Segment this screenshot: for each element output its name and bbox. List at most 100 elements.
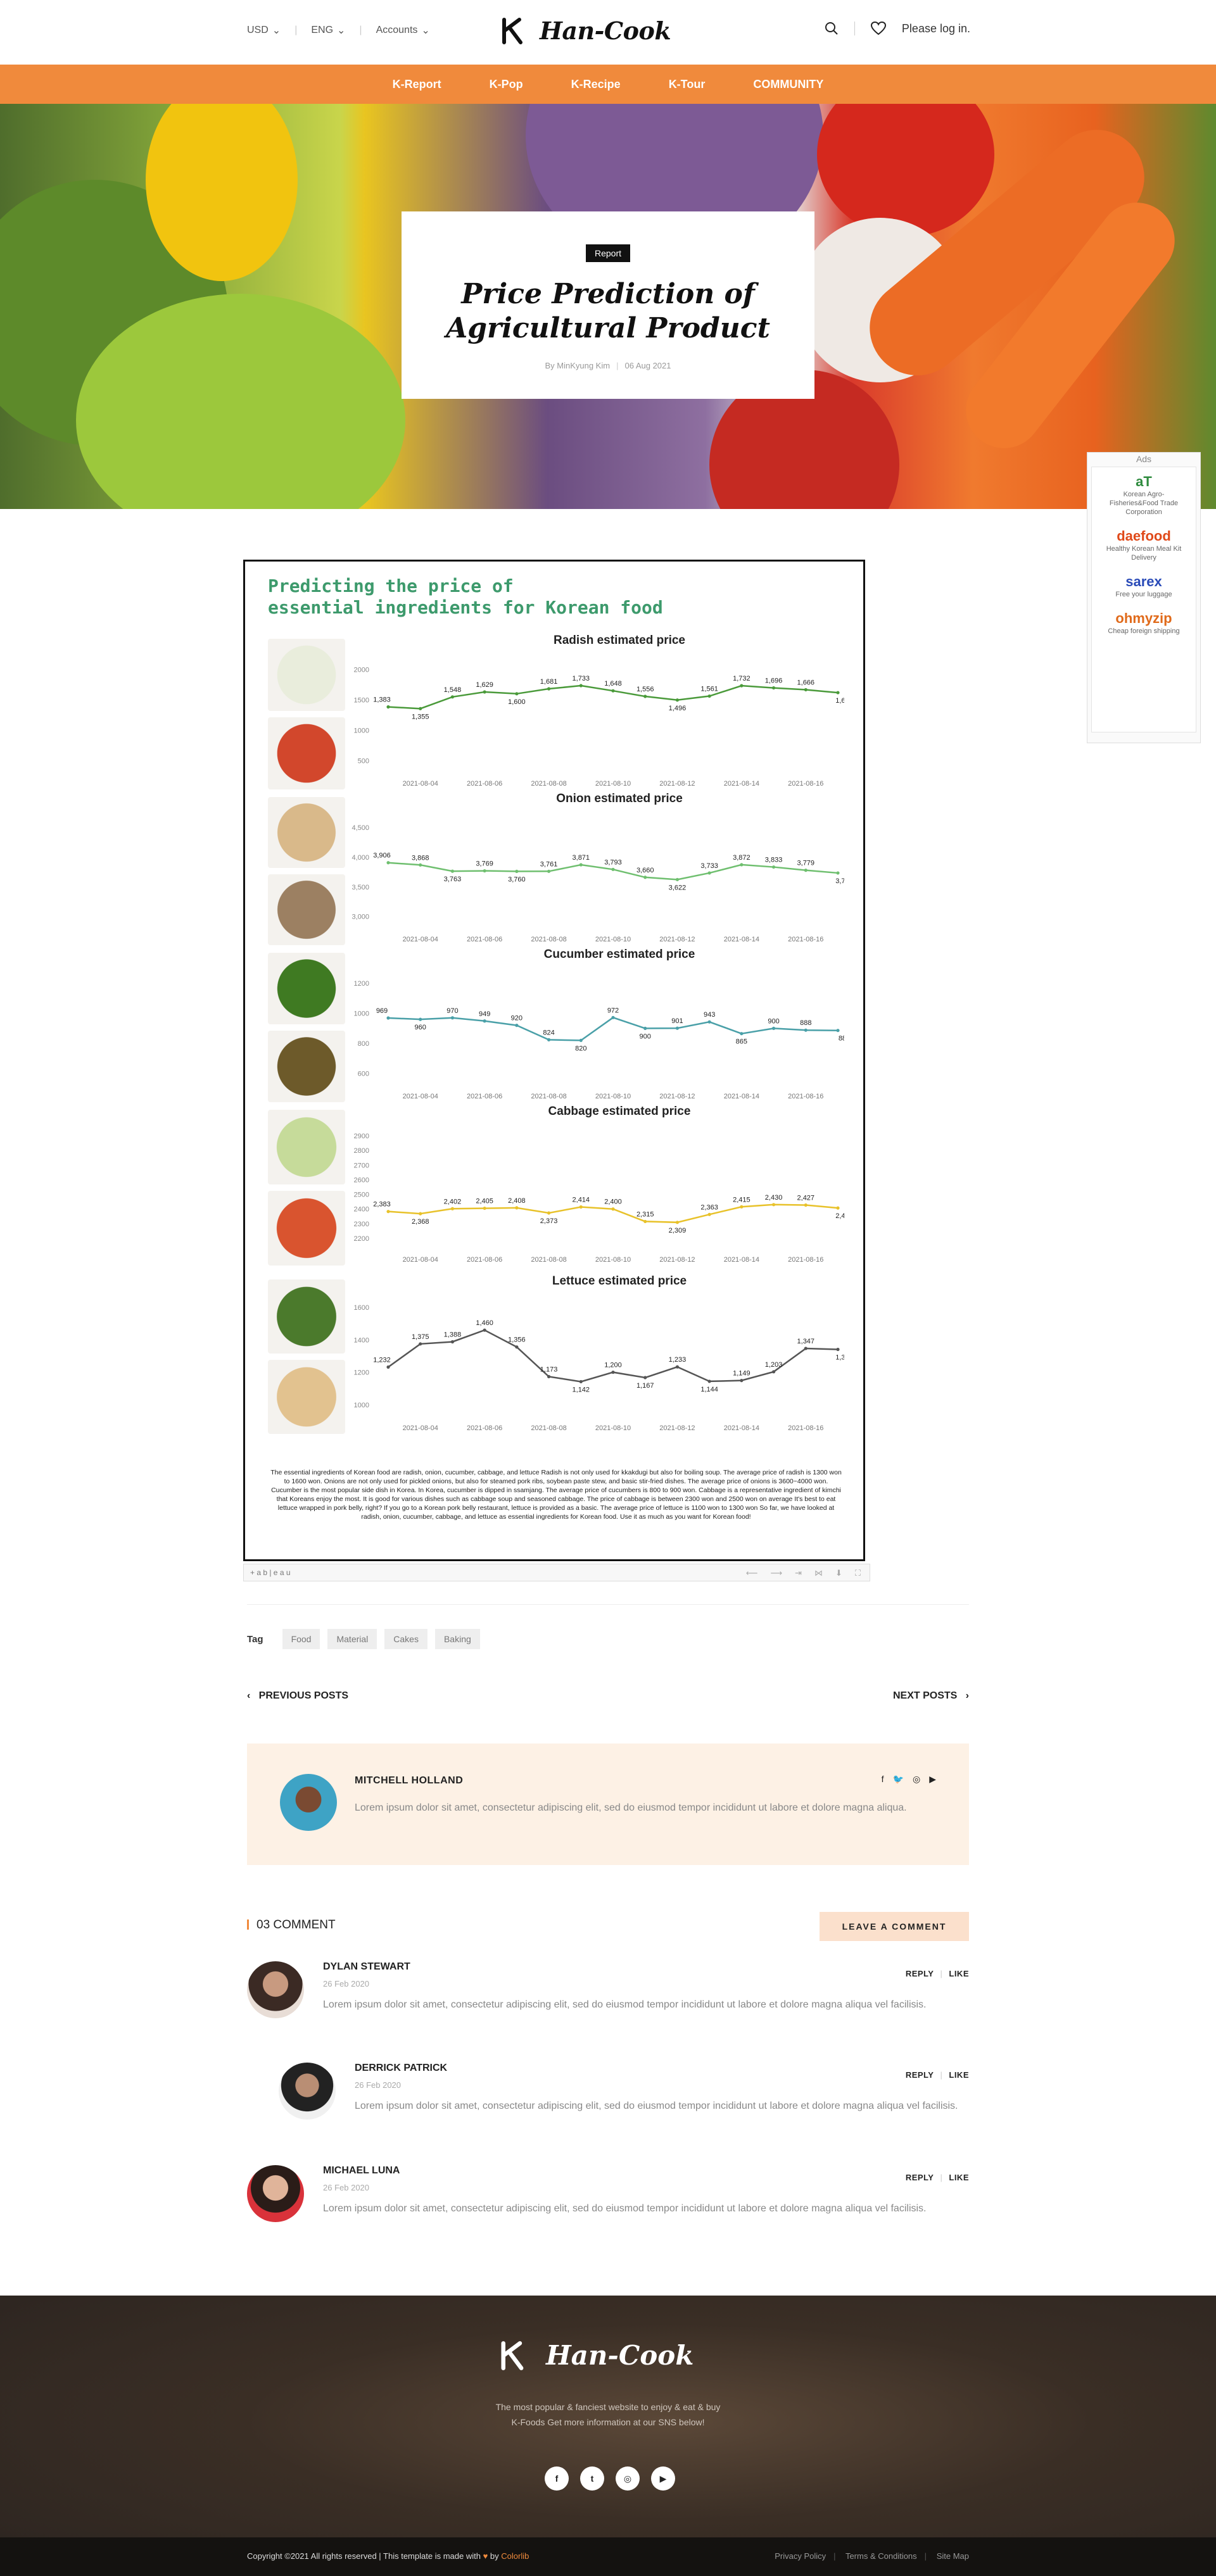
nav-item-k-recipe[interactable]: K-Recipe	[547, 78, 645, 91]
currency-select[interactable]: USD ⌄	[247, 24, 281, 37]
twitter-icon[interactable]: t	[580, 2466, 604, 2491]
data-point[interactable]	[611, 1207, 615, 1211]
data-point[interactable]	[450, 1207, 455, 1210]
data-point[interactable]	[450, 1016, 455, 1020]
ad-item[interactable]: aT Korean Agro-Fisheries&Food Trade Corp…	[1092, 474, 1196, 517]
data-point[interactable]	[836, 1347, 840, 1352]
data-point[interactable]	[771, 1203, 776, 1207]
tag-item[interactable]: Food	[282, 1629, 320, 1649]
data-point[interactable]	[804, 1347, 808, 1350]
ad-item[interactable]: daefood Healthy Korean Meal Kit Delivery	[1092, 528, 1196, 562]
data-point[interactable]	[771, 1026, 776, 1030]
heart-icon[interactable]	[870, 21, 887, 36]
data-point[interactable]	[740, 1205, 744, 1209]
fullscreen-icon[interactable]: ⛶	[855, 1568, 861, 1578]
tableau-logo[interactable]: + a b | e a u	[250, 1568, 291, 1577]
data-point[interactable]	[643, 876, 647, 879]
facebook-icon[interactable]: f	[882, 1774, 884, 1785]
data-point[interactable]	[547, 1374, 551, 1379]
instagram-icon[interactable]: ◎	[616, 2466, 640, 2491]
data-point[interactable]	[515, 692, 519, 696]
like-button[interactable]: LIKE	[949, 1969, 969, 1978]
data-point[interactable]	[740, 684, 744, 688]
data-point[interactable]	[804, 1203, 808, 1207]
search-icon[interactable]	[824, 21, 839, 36]
data-point[interactable]	[515, 1206, 519, 1210]
tag-item[interactable]: Baking	[434, 1629, 480, 1649]
data-point[interactable]	[707, 871, 711, 875]
line-chart[interactable]: 3,000 3,500 4,000 4,500 2021-08-04 2021-08-06…	[350, 810, 844, 946]
data-point[interactable]	[547, 1211, 551, 1215]
data-point[interactable]	[707, 1020, 711, 1024]
data-point[interactable]	[611, 689, 615, 693]
data-point[interactable]	[483, 1206, 486, 1210]
data-point[interactable]	[836, 871, 840, 875]
data-point[interactable]	[675, 698, 680, 702]
tag-item[interactable]: Cakes	[384, 1629, 428, 1649]
footer-logo[interactable]: Han-Cook	[499, 2340, 694, 2371]
accounts-select[interactable]: Accounts ⌄	[376, 24, 430, 37]
data-point[interactable]	[771, 1370, 776, 1374]
data-point[interactable]	[740, 863, 744, 867]
instagram-icon[interactable]: ◎	[913, 1774, 920, 1785]
data-point[interactable]	[611, 867, 615, 871]
data-point[interactable]	[419, 1017, 422, 1021]
data-point[interactable]	[771, 686, 776, 690]
line-chart[interactable]: 600 800 1000 1200 2021-08-04 2021-08-06 2021-0…	[350, 965, 844, 1103]
author-name[interactable]: MITCHELL HOLLAND	[355, 1775, 463, 1787]
data-point[interactable]	[675, 1026, 680, 1030]
data-point[interactable]	[386, 861, 390, 865]
data-point[interactable]	[804, 688, 808, 692]
nav-item-k-report[interactable]: K-Report	[369, 78, 466, 91]
nav-item-community[interactable]: COMMUNITY	[729, 78, 847, 91]
data-point[interactable]	[707, 1379, 711, 1383]
youtube-icon[interactable]: ▶	[651, 2466, 675, 2491]
site-logo[interactable]: Han-Cook	[500, 16, 671, 45]
data-point[interactable]	[419, 863, 422, 867]
data-point[interactable]	[483, 869, 486, 873]
data-point[interactable]	[675, 1365, 680, 1369]
line-chart[interactable]: 2200 2300 2400 2500 2600 2700 2800 2900 2021-08-…	[350, 1122, 844, 1267]
data-point[interactable]	[643, 1026, 647, 1030]
data-point[interactable]	[386, 1365, 390, 1369]
data-point[interactable]	[707, 694, 711, 698]
redo-icon[interactable]: ⟶	[770, 1568, 782, 1578]
next-post-link[interactable]: NEXT POSTS ›	[893, 1690, 969, 1702]
data-point[interactable]	[804, 869, 808, 872]
nav-item-k-pop[interactable]: K-Pop	[466, 78, 547, 91]
data-point[interactable]	[419, 1342, 422, 1346]
tableau-visualization[interactable]: Predicting the price of essential ingred…	[243, 560, 865, 1561]
share-icon[interactable]: ⋈	[814, 1568, 823, 1578]
data-point[interactable]	[643, 1219, 647, 1224]
data-point[interactable]	[386, 1016, 390, 1020]
data-point[interactable]	[675, 1221, 680, 1224]
youtube-icon[interactable]: ▶	[929, 1774, 936, 1785]
data-point[interactable]	[386, 1210, 390, 1214]
line-chart[interactable]: 1000 1200 1400 1600 2021-08-04 2021-08-06 2021…	[350, 1292, 844, 1435]
like-button[interactable]: LIKE	[949, 2070, 969, 2080]
data-point[interactable]	[483, 690, 486, 694]
colorlib-link[interactable]: Colorlib	[501, 2551, 529, 2561]
avatar[interactable]	[280, 1774, 337, 1831]
site-map-link[interactable]: Site Map	[937, 2551, 969, 2561]
undo-icon[interactable]: ⟵	[746, 1568, 758, 1578]
data-point[interactable]	[547, 687, 551, 691]
article-author[interactable]: By MinKyung Kim	[545, 361, 610, 370]
ad-item[interactable]: sarex Free your luggage	[1092, 574, 1196, 599]
data-point[interactable]	[483, 1019, 486, 1023]
data-point[interactable]	[836, 1206, 840, 1210]
data-point[interactable]	[579, 684, 583, 688]
category-badge[interactable]: Report	[585, 244, 631, 262]
data-point[interactable]	[804, 1028, 808, 1032]
leave-comment-button[interactable]: LEAVE A COMMENT	[820, 1912, 969, 1941]
terms-link[interactable]: Terms & Conditions	[846, 2551, 917, 2561]
privacy-policy-link[interactable]: Privacy Policy	[775, 2551, 826, 2561]
data-point[interactable]	[579, 863, 583, 867]
data-point[interactable]	[740, 1032, 744, 1036]
login-link[interactable]: Please log in.	[902, 22, 970, 35]
reply-button[interactable]: REPLY	[906, 1969, 934, 1978]
data-point[interactable]	[547, 869, 551, 873]
data-point[interactable]	[611, 1015, 615, 1019]
ad-item[interactable]: ohmyzip Cheap foreign shipping	[1092, 610, 1196, 636]
previous-post-link[interactable]: ‹ PREVIOUS POSTS	[247, 1690, 348, 1702]
